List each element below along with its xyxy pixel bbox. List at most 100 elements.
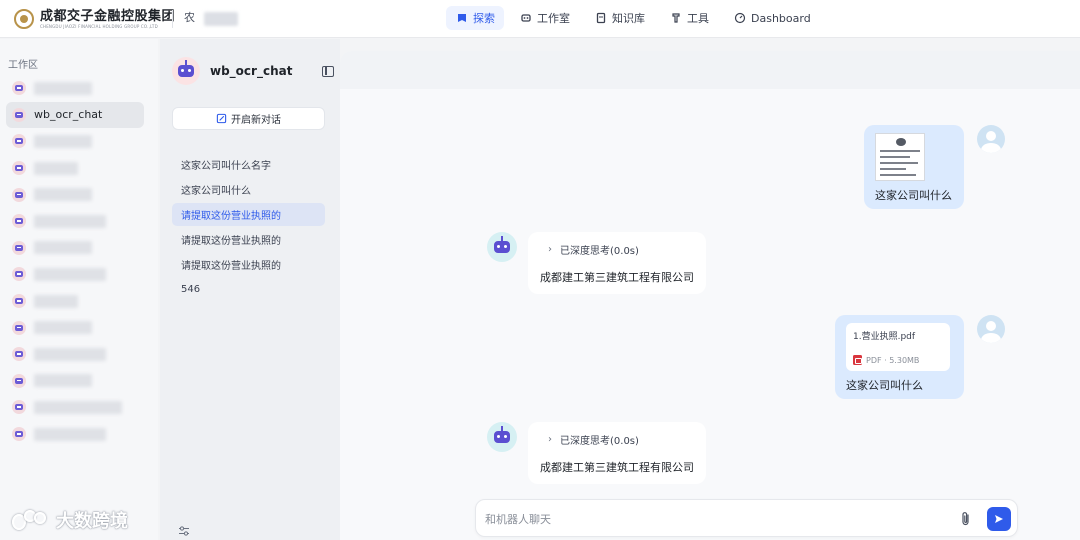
nav-explore-label: 探索 — [473, 12, 495, 25]
redacted-app-name — [34, 427, 106, 441]
settings-sliders-icon[interactable] — [178, 525, 190, 537]
brand-english-name: CHENGDU JIAOZI FINANCIAL HOLDING GROUP C… — [40, 23, 158, 29]
nav-explore[interactable]: 探索 — [446, 6, 504, 30]
bot-avatar-icon — [172, 57, 200, 85]
bot-answer-text: 成都建工第三建筑工程有限公司 — [540, 461, 694, 474]
bot-icon — [12, 134, 26, 149]
watermark-logo-icon — [10, 508, 54, 532]
redacted-app-name — [34, 321, 92, 335]
sidebar-app-item[interactable] — [6, 368, 144, 395]
redacted-app-name — [34, 400, 122, 414]
bot-icon — [12, 240, 26, 255]
watermark: 大数跨境 — [10, 507, 128, 533]
main-nav: 探索 工作室 知识库 工具 Dashboard — [446, 6, 826, 32]
sidebar-app-item[interactable] — [6, 341, 144, 368]
file-meta: PDF · 5.30MB — [853, 355, 919, 365]
nav-dashboard[interactable]: Dashboard — [724, 6, 820, 30]
brand-logo-area[interactable]: 成都交子金融控股集团 CHENGDU JIAOZI FINANCIAL HOLD… — [14, 6, 175, 32]
chat-input[interactable] — [485, 510, 945, 528]
top-bar: 成都交子金融控股集团 CHENGDU JIAOZI FINANCIAL HOLD… — [0, 0, 1080, 38]
bot-icon — [12, 427, 26, 442]
user-avatar — [977, 315, 1005, 343]
history-item[interactable]: 546 — [172, 278, 325, 301]
bot-avatar-icon — [487, 422, 517, 452]
nav-tools-label: 工具 — [687, 12, 709, 25]
sidebar-app-item[interactable] — [6, 314, 144, 341]
sidebar-app-item[interactable] — [6, 394, 144, 421]
file-attachment-card[interactable]: 1.营业执照.pdf PDF · 5.30MB — [846, 323, 950, 371]
thinking-toggle[interactable]: › 已深度思考(0.0s) — [548, 432, 694, 447]
bot-icon — [12, 347, 26, 362]
collapse-sidebar-icon[interactable] — [322, 66, 334, 77]
image-thumbnail[interactable] — [875, 133, 925, 181]
sidebar-app-item[interactable] — [6, 155, 144, 182]
bot-answer-text: 成都建工第三建筑工程有限公司 — [540, 271, 694, 284]
header-divider — [172, 10, 173, 28]
sidebar-app-item[interactable] — [6, 261, 144, 288]
send-button[interactable] — [987, 507, 1011, 531]
bot-icon — [12, 214, 26, 229]
redacted-app-name — [34, 347, 106, 361]
file-meta-text: PDF · 5.30MB — [866, 355, 920, 365]
sidebar-app-item[interactable] — [6, 128, 144, 155]
nav-knowledge-label: 知识库 — [612, 12, 645, 25]
send-icon — [995, 515, 1003, 523]
sidebar-item-label: wb_ocr_chat — [34, 108, 103, 122]
app-title: wb_ocr_chat — [210, 64, 293, 78]
bot-icon — [12, 267, 26, 282]
redacted-app-name — [34, 214, 106, 228]
workspace-app-list: wb_ocr_chat — [6, 75, 144, 447]
bot-icon — [12, 320, 26, 335]
thinking-toggle[interactable]: › 已深度思考(0.0s) — [548, 242, 694, 257]
history-item[interactable]: 这家公司叫什么名字 — [172, 153, 325, 176]
pdf-icon — [853, 355, 862, 365]
bot-avatar-icon — [487, 232, 517, 262]
bot-icon — [12, 161, 26, 176]
conversation-header: wb_ocr_chat — [172, 57, 334, 87]
sidebar-item-wb-ocr-chat[interactable]: wb_ocr_chat — [6, 101, 144, 129]
new-chat-label: 开启新对话 — [231, 115, 281, 126]
compass-icon — [455, 11, 469, 25]
gauge-icon — [733, 11, 747, 25]
paperclip-icon[interactable] — [959, 511, 973, 527]
workspace-chip[interactable]: 农 — [184, 10, 195, 26]
history-item[interactable]: 请提取这份营业执照的 — [172, 228, 325, 251]
sidebar-app-item[interactable] — [6, 288, 144, 315]
nav-tools[interactable]: 工具 — [660, 6, 718, 30]
conversation-history-list: 这家公司叫什么名字 这家公司叫什么 请提取这份营业执照的 请提取这份营业执照的 … — [172, 153, 325, 303]
bot-icon — [12, 187, 26, 202]
redacted-app-name — [34, 294, 78, 308]
history-item[interactable]: 这家公司叫什么 — [172, 178, 325, 201]
redacted-app-name — [34, 161, 78, 175]
thinking-label: 已深度思考(0.0s) — [560, 246, 639, 257]
watermark-text: 大数跨境 — [56, 511, 128, 532]
thinking-label: 已深度思考(0.0s) — [560, 436, 639, 447]
sidebar-app-item[interactable] — [6, 181, 144, 208]
bot-icon — [12, 373, 26, 388]
history-item[interactable]: 请提取这份营业执照的 — [172, 253, 325, 276]
sidebar-app-item[interactable] — [6, 208, 144, 235]
edit-icon — [216, 113, 227, 124]
redacted-app-name — [34, 267, 106, 281]
bot-message-bubble: › 已深度思考(0.0s) 成都建工第三建筑工程有限公司 — [528, 232, 706, 294]
redacted-workspace-name — [204, 12, 238, 26]
user-message-bubble: 这家公司叫什么 — [864, 125, 964, 209]
nav-knowledge[interactable]: 知识库 — [585, 6, 654, 30]
workspace-section-title: 工作区 — [8, 60, 38, 71]
sidebar-app-item[interactable] — [6, 235, 144, 262]
bot-icon — [12, 294, 26, 309]
sidebar-app-item[interactable] — [6, 421, 144, 448]
brand-emblem-icon — [14, 9, 34, 29]
nav-studio[interactable]: 工作室 — [510, 6, 579, 30]
new-chat-button[interactable]: 开启新对话 — [172, 107, 325, 130]
chat-header — [340, 51, 1080, 89]
redacted-app-name — [34, 134, 92, 148]
conversation-panel: wb_ocr_chat 开启新对话 这家公司叫什么名字 这家公司叫什么 请提取这… — [160, 39, 340, 540]
bot-icon — [12, 400, 26, 415]
chevron-right-icon: › — [548, 434, 552, 445]
history-item-active[interactable]: 请提取这份营业执照的 — [172, 203, 325, 226]
user-message-text: 这家公司叫什么 — [846, 379, 923, 392]
sidebar-app-item[interactable] — [6, 75, 144, 102]
robot-icon — [519, 11, 533, 25]
bot-message-bubble: › 已深度思考(0.0s) 成都建工第三建筑工程有限公司 — [528, 422, 706, 484]
